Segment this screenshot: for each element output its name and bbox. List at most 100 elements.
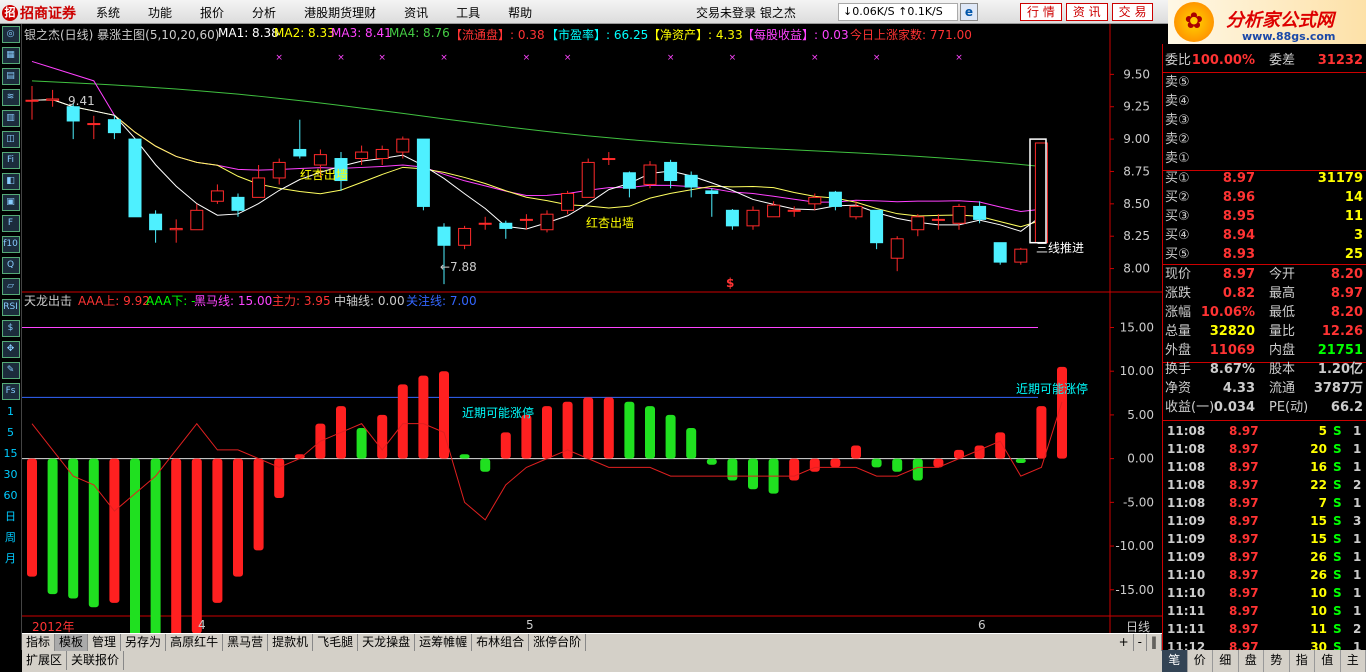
- menu-item-4[interactable]: 港股期货理财: [304, 4, 376, 21]
- top-button-2[interactable]: 交 易: [1111, 3, 1154, 21]
- zoom-control-1[interactable]: -: [1134, 634, 1147, 651]
- zoom-control-0[interactable]: +: [1115, 634, 1134, 651]
- left-tool-25[interactable]: 月: [2, 551, 20, 568]
- left-tool-20[interactable]: 15: [2, 446, 20, 463]
- left-tool-11[interactable]: Q: [1, 257, 20, 274]
- left-tool-18[interactable]: 1: [2, 404, 20, 421]
- template-tab-11[interactable]: 涨停台阶: [529, 634, 587, 651]
- menu-item-1[interactable]: 功能: [148, 4, 172, 21]
- left-tool-12[interactable]: ▱: [1, 278, 20, 295]
- tick-side: S: [1333, 442, 1342, 456]
- left-tool-0[interactable]: ◎: [1, 26, 20, 43]
- zoom-control-2[interactable]: ‖: [1147, 634, 1162, 651]
- template-tab-10[interactable]: 布林组合: [472, 634, 530, 651]
- status-tab-1[interactable]: 关联报价: [67, 651, 125, 670]
- tick-count: 1: [1353, 550, 1362, 564]
- menu-item-7[interactable]: 帮助: [508, 4, 532, 21]
- template-tab-3[interactable]: 另存为: [121, 634, 167, 651]
- left-tool-15[interactable]: ✥: [1, 341, 20, 358]
- left-tool-17[interactable]: Fs: [1, 383, 20, 400]
- left-tool-10[interactable]: f10: [1, 236, 20, 253]
- left-tool-22[interactable]: 60: [2, 488, 20, 505]
- template-tab-9[interactable]: 运筹帷幄: [415, 634, 473, 651]
- left-tool-4[interactable]: ▥: [1, 110, 20, 127]
- template-tab-6[interactable]: 提款机: [268, 634, 314, 651]
- left-tool-7[interactable]: ◧: [1, 173, 20, 190]
- left-tool-24[interactable]: 周: [2, 530, 20, 547]
- stat-value-2: 3787万: [1313, 381, 1363, 396]
- brand-banner: ✿ 分析家公式网 www.88gs.com: [1168, 0, 1366, 44]
- template-tab-4[interactable]: 高原红牛: [166, 634, 224, 651]
- quote-tab-7[interactable]: 主: [1341, 650, 1366, 672]
- buy-row-5: 买⑤ 8.93 25: [1165, 246, 1365, 264]
- template-tab-5[interactable]: 黑马营: [223, 634, 269, 651]
- signal-marker: ×: [667, 53, 675, 63]
- tick-row: 11:09 8.97 15 S 3: [1167, 512, 1363, 530]
- low-price-label: ←7.88: [440, 260, 477, 274]
- left-tool-19[interactable]: 5: [2, 425, 20, 442]
- left-tool-6[interactable]: Fi: [1, 152, 20, 169]
- left-tool-13[interactable]: RSI: [1, 299, 20, 316]
- stat-value-2: 1.20亿: [1317, 362, 1363, 377]
- status-bar: 扩展区 关联报价: [22, 651, 1162, 672]
- top-button-0[interactable]: 行 情: [1020, 3, 1062, 21]
- menu-item-3[interactable]: 分析: [252, 4, 276, 21]
- buy-volume: 11: [1344, 209, 1363, 224]
- tick-count: 1: [1353, 586, 1362, 600]
- template-tab-2[interactable]: 管理: [88, 634, 122, 651]
- left-tool-1[interactable]: ▦: [1, 47, 20, 64]
- candle-body: [396, 138, 410, 153]
- left-tool-23[interactable]: 日: [2, 509, 20, 526]
- template-tab-7[interactable]: 飞毛腿: [313, 634, 359, 651]
- menu-item-5[interactable]: 资讯: [404, 4, 428, 21]
- browser-icon[interactable]: e: [960, 3, 978, 21]
- tick-time: 11:08: [1167, 442, 1206, 456]
- menu-item-2[interactable]: 报价: [200, 4, 224, 21]
- menu-item-0[interactable]: 系统: [96, 4, 120, 21]
- sell-label: 卖④: [1165, 94, 1190, 109]
- status-tab-0[interactable]: 扩展区: [22, 651, 68, 670]
- tick-count: 1: [1353, 604, 1362, 618]
- tick-side: S: [1333, 478, 1342, 492]
- template-tab-1[interactable]: 模板: [55, 634, 89, 651]
- quote-tab-4[interactable]: 势: [1264, 650, 1290, 672]
- template-tab-0[interactable]: 指标: [22, 634, 56, 651]
- left-tool-5[interactable]: ◫: [1, 131, 20, 148]
- stat-value-2: 8.20: [1330, 305, 1363, 320]
- left-tool-2[interactable]: ▤: [1, 68, 20, 85]
- menu-item-6[interactable]: 工具: [456, 4, 480, 21]
- quote-tab-3[interactable]: 盘: [1239, 650, 1264, 672]
- candle-body: [25, 99, 39, 102]
- top-button-1[interactable]: 资 讯: [1065, 3, 1108, 21]
- separator: [1163, 420, 1366, 421]
- stat-row-2: 涨幅 10.06% 最低 8.20: [1165, 304, 1365, 322]
- left-tool-3[interactable]: ≋: [1, 89, 20, 106]
- candle-body: [66, 106, 80, 122]
- chart-canvas[interactable]: 9.50 9.25 9.00 8.75 8.50 8.25 8.00 × × × × × × × × × × × 1…: [22, 24, 1162, 634]
- quote-tab-0[interactable]: 笔: [1162, 650, 1188, 672]
- quote-tab-2[interactable]: 细: [1213, 650, 1239, 672]
- tick-price: 8.97: [1229, 478, 1259, 492]
- tick-time: 11:11: [1167, 622, 1206, 636]
- left-tool-21[interactable]: 30: [2, 467, 20, 484]
- template-tab-8[interactable]: 天龙操盘: [358, 634, 416, 651]
- stat-value-2: 8.20: [1330, 267, 1363, 282]
- left-tool-16[interactable]: ✎: [1, 362, 20, 379]
- signal-marker: ×: [564, 53, 572, 63]
- quote-tab-5[interactable]: 指: [1290, 650, 1315, 672]
- candle-body: [272, 161, 286, 179]
- price-tick-label: 8.00: [1123, 262, 1150, 276]
- oscillator-bar: [871, 458, 882, 468]
- tick-price: 8.97: [1229, 604, 1259, 618]
- tick-count: 3: [1353, 514, 1362, 528]
- tick-side: S: [1333, 424, 1342, 438]
- stat-value-1: 10.06%: [1200, 305, 1255, 320]
- left-tool-14[interactable]: $: [1, 320, 20, 337]
- chart-area: 9.50 9.25 9.00 8.75 8.50 8.25 8.00 × × × × × × × × × × × 1…: [22, 24, 1162, 634]
- quote-tab-6[interactable]: 值: [1315, 650, 1341, 672]
- quote-tab-1[interactable]: 价: [1188, 650, 1213, 672]
- tick-side: S: [1333, 460, 1342, 474]
- left-tool-8[interactable]: ▣: [1, 194, 20, 211]
- tick-count: 1: [1353, 496, 1362, 510]
- left-tool-9[interactable]: F: [1, 215, 20, 232]
